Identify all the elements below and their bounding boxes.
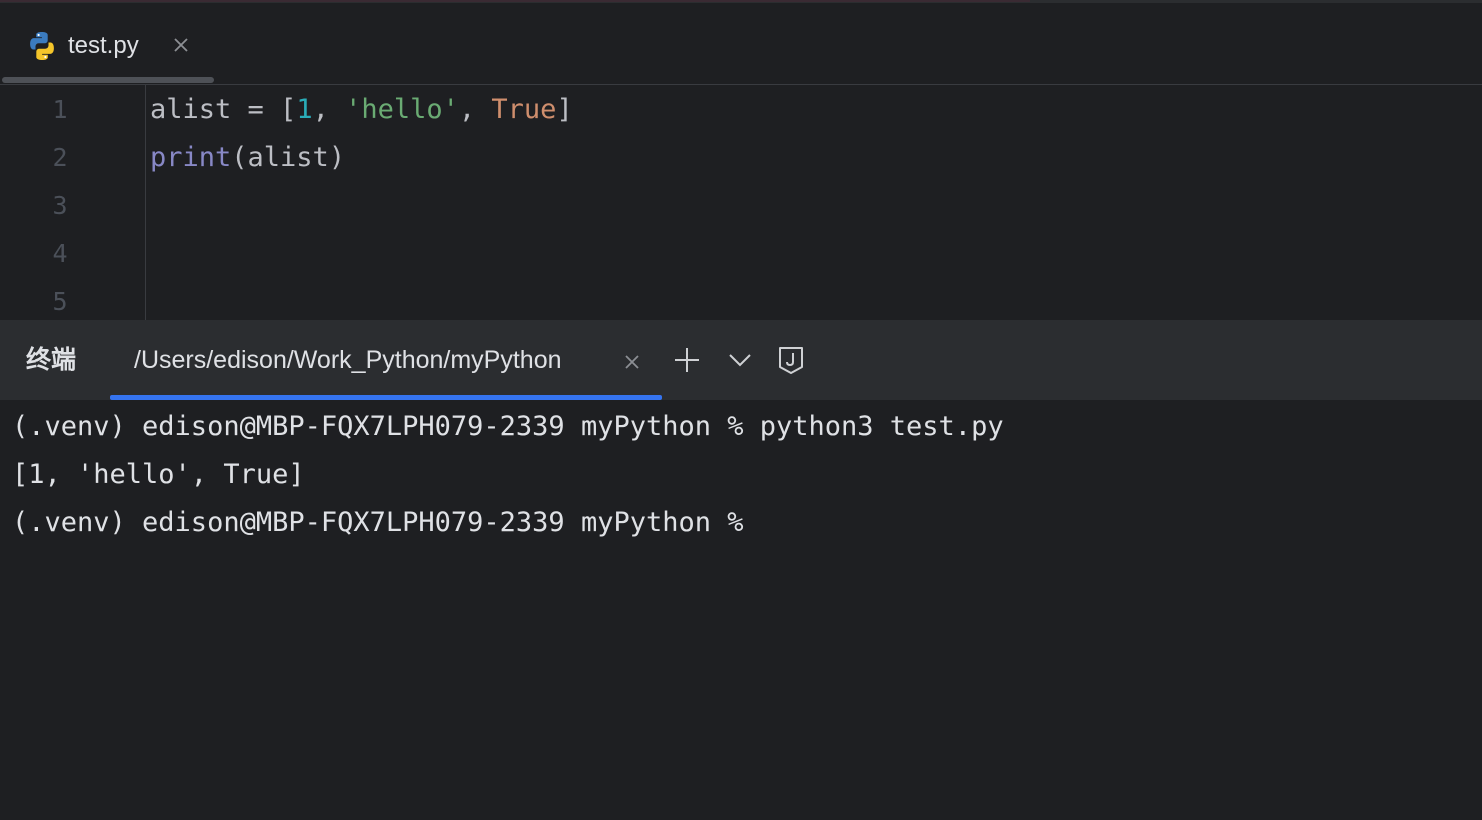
new-terminal-button[interactable] <box>672 340 702 380</box>
code-line[interactable]: 3 <box>0 182 1482 230</box>
code-text: alist = [1, 'hello', True] <box>150 86 573 134</box>
terminal-line: [1, 'hello', True] <box>12 459 305 490</box>
code-token: 1 <box>296 94 313 125</box>
chevron-down-icon[interactable] <box>725 340 755 380</box>
code-line[interactable]: 2 print(alist) <box>0 134 1482 182</box>
line-number: 1 <box>52 95 68 124</box>
code-token: (alist) <box>231 142 346 173</box>
shield-icon[interactable] <box>776 340 806 380</box>
line-number: 4 <box>52 239 68 268</box>
code-line[interactable]: 5 <box>0 278 1482 320</box>
editor-tab-scroll-indicator[interactable] <box>2 77 214 83</box>
editor-tab-test-py[interactable]: test.py <box>0 3 214 84</box>
code-token: , <box>312 94 346 125</box>
code-token: , <box>458 94 492 125</box>
code-editor[interactable]: 1 alist = [1, 'hello', True] 2 print(alist)… <box>0 85 1482 320</box>
terminal-tab-label: /Users/edison/Work_Python/myPython <box>134 346 562 374</box>
terminal-output[interactable]: (.venv) edison@MBP-FQX7LPH079-2339 myPyt… <box>0 400 1482 820</box>
terminal-line: (.venv) edison@MBP-FQX7LPH079-2339 myPyt… <box>12 411 1004 442</box>
code-token: 'hello' <box>345 94 459 125</box>
window-top-accent <box>0 0 1030 2</box>
close-icon[interactable] <box>172 36 190 54</box>
code-text: print(alist) <box>150 134 345 182</box>
close-icon[interactable] <box>623 353 641 371</box>
terminal-panel-title: 终端 <box>26 346 77 374</box>
code-token: ] <box>556 94 573 125</box>
editor-tab-label: test.py <box>68 32 139 59</box>
editor-tab-bar: test.py <box>0 3 1482 85</box>
code-line[interactable]: 4 <box>0 230 1482 278</box>
python-file-icon <box>28 31 56 61</box>
terminal-line: (.venv) edison@MBP-FQX7LPH079-2339 myPyt… <box>12 507 744 538</box>
code-token: print <box>150 142 232 173</box>
line-number: 3 <box>52 191 68 220</box>
line-number: 5 <box>52 287 68 316</box>
terminal-tab[interactable]: /Users/edison/Work_Python/myPython <box>110 320 662 400</box>
code-token: alist = [ <box>150 94 297 125</box>
line-number: 2 <box>52 143 68 172</box>
code-token: True <box>491 94 557 125</box>
code-line[interactable]: 1 alist = [1, 'hello', True] <box>0 86 1482 134</box>
